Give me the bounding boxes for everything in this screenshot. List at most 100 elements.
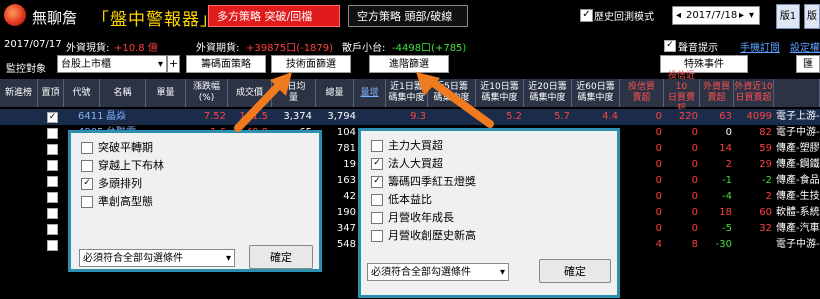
- cell-c18: 4099: [746, 111, 772, 122]
- option-checkbox[interactable]: [81, 160, 93, 172]
- settings-link[interactable]: 設定權: [790, 39, 820, 54]
- cell-c18: 29: [759, 159, 772, 170]
- column-header-19[interactable]: [774, 79, 820, 107]
- option-checkbox[interactable]: ✓: [371, 176, 383, 188]
- option-label: 穿越上下布林: [98, 159, 164, 172]
- option-checkbox[interactable]: ✓: [81, 178, 93, 190]
- cell-c15: 0: [655, 159, 662, 170]
- cell-c15: 0: [655, 127, 662, 138]
- option-checkbox[interactable]: [371, 194, 383, 206]
- cell-c17: 2: [725, 159, 732, 170]
- pin-checkbox[interactable]: [47, 128, 58, 139]
- sector-label: 傳產-塑膠: [776, 143, 820, 154]
- cell-c18: 32: [759, 223, 772, 234]
- app-name: 無聊詹: [32, 9, 78, 27]
- retail-value: -4498口(+785): [392, 43, 467, 54]
- option-label: 法人大買超: [388, 157, 443, 170]
- date-next-icon[interactable]: ▸: [739, 7, 744, 25]
- pin-checkbox[interactable]: [47, 160, 58, 171]
- column-header-1[interactable]: 置頂: [38, 79, 64, 107]
- partial-volume: 548: [336, 239, 356, 250]
- cell-c15: 0: [655, 175, 662, 186]
- cell-c17: 0: [725, 127, 732, 138]
- monitor-target-select[interactable]: 台股上市櫃 ▾: [57, 55, 167, 73]
- column-header-17[interactable]: 外資買 賣超: [700, 79, 734, 107]
- column-header-16[interactable]: 投信近10 日買賣超: [664, 71, 700, 114]
- column-header-15[interactable]: 投信買 賣超: [620, 79, 664, 107]
- column-header-18[interactable]: 外資近10 日買賣超: [734, 79, 774, 107]
- option-checkbox[interactable]: ✓: [371, 158, 383, 170]
- option-label: 籌碼四季紅五燈獎: [388, 175, 476, 188]
- adv-ok-button[interactable]: 確定: [539, 259, 611, 283]
- history-mode-checkbox[interactable]: ✓: [580, 9, 593, 22]
- cell-c15: 0: [655, 191, 662, 202]
- add-target-button[interactable]: +: [167, 55, 180, 73]
- cell-c17: -4: [722, 191, 732, 202]
- cell-c16: 0: [691, 175, 698, 186]
- chevron-down-icon: ▾: [225, 253, 231, 264]
- cell-c16: 220: [678, 111, 698, 122]
- option-checkbox[interactable]: [371, 140, 383, 152]
- partial-volume: 163: [336, 175, 356, 186]
- cell-c16: 0: [691, 127, 698, 138]
- tech-condition-value: 必須符合全部勾選條件: [83, 253, 183, 264]
- pin-checkbox[interactable]: [47, 208, 58, 219]
- column-header-0[interactable]: 新進榜: [0, 79, 38, 107]
- app-logo-icon: [4, 4, 26, 26]
- tech-condition-select[interactable]: 必須符合全部勾選條件 ▾: [79, 249, 235, 267]
- date-dropdown-icon[interactable]: ▾: [749, 7, 754, 25]
- version2-button[interactable]: 版2: [804, 4, 820, 29]
- version1-button[interactable]: 版1: [776, 4, 800, 29]
- option-checkbox[interactable]: [371, 212, 383, 224]
- status-date: 2017/07/17: [4, 39, 62, 50]
- pin-checkbox[interactable]: [47, 176, 58, 187]
- arrow-to-advanced-filter-icon: [416, 72, 494, 128]
- tech-ok-button[interactable]: 確定: [249, 245, 313, 269]
- app-subtitle: 「盤中警報器」: [92, 10, 218, 30]
- date-picker[interactable]: ◂ 2017/7/18 ▸ ▾: [672, 6, 760, 25]
- sector-label: 傳產-鋼鐵: [776, 159, 820, 170]
- column-header-2[interactable]: 代號: [64, 79, 100, 107]
- monitor-target-value: 台股上市櫃: [61, 59, 111, 70]
- mobile-subscribe-link[interactable]: 手機訂閱: [740, 39, 780, 54]
- option-label: 低本益比: [388, 193, 432, 206]
- column-header-9[interactable]: 量增: [354, 79, 386, 107]
- column-header-3[interactable]: 名稱: [100, 79, 146, 107]
- cell-c16: 8: [691, 239, 698, 250]
- column-header-8[interactable]: 總量: [316, 79, 354, 107]
- column-header-4[interactable]: 單量: [146, 79, 186, 107]
- sector-label: 電子中游-II: [776, 239, 820, 250]
- adv-condition-value: 必須符合全部勾選條件: [371, 267, 471, 278]
- stock-name[interactable]: 晶焱: [106, 109, 126, 125]
- technical-filter-dialog: 必須符合全部勾選條件 ▾ 確定 突破平轉期 穿越上下布林 ✓ 多頭排列 準創高型態: [68, 130, 322, 272]
- cell-c15: 0: [655, 111, 662, 122]
- partial-volume: 19: [343, 159, 356, 170]
- option-checkbox[interactable]: [81, 196, 93, 208]
- corner-button[interactable]: 匯: [796, 55, 820, 73]
- column-header-13[interactable]: 近20日籌 碼集中度: [524, 79, 572, 107]
- option-checkbox[interactable]: [371, 230, 383, 242]
- partial-volume: 190: [336, 207, 356, 218]
- option-label: 準創高型態: [98, 195, 153, 208]
- sector-label: 傳產-食品: [776, 175, 820, 186]
- cell-c18: 60: [759, 207, 772, 218]
- cell-c13: 5.7: [554, 111, 570, 122]
- cell-c14: 4.4: [602, 111, 618, 122]
- partial-volume: 781: [336, 143, 356, 154]
- pin-checkbox[interactable]: [47, 144, 58, 155]
- pin-checkbox[interactable]: [47, 224, 58, 235]
- column-header-5[interactable]: 漲跌幅 (%): [186, 79, 228, 107]
- long-strategy-tab[interactable]: 多方策略 突破/回檔: [208, 5, 340, 27]
- stock-code[interactable]: 6411: [78, 109, 103, 125]
- pin-checkbox[interactable]: [47, 240, 58, 251]
- column-header-14[interactable]: 近60日籌 碼集中度: [572, 79, 620, 107]
- date-prev-icon[interactable]: ◂: [676, 7, 681, 25]
- option-checkbox[interactable]: [81, 142, 93, 154]
- fx-spot-label: 外資現貨:: [66, 43, 110, 54]
- sound-checkbox[interactable]: ✓: [664, 40, 676, 52]
- pin-checkbox[interactable]: [47, 192, 58, 203]
- adv-condition-select[interactable]: 必須符合全部勾選條件 ▾: [367, 263, 509, 281]
- short-strategy-tab[interactable]: 空方策略 頭部/破線: [348, 5, 468, 27]
- pin-checkbox[interactable]: ✓: [47, 112, 58, 123]
- cell-c15: 0: [655, 143, 662, 154]
